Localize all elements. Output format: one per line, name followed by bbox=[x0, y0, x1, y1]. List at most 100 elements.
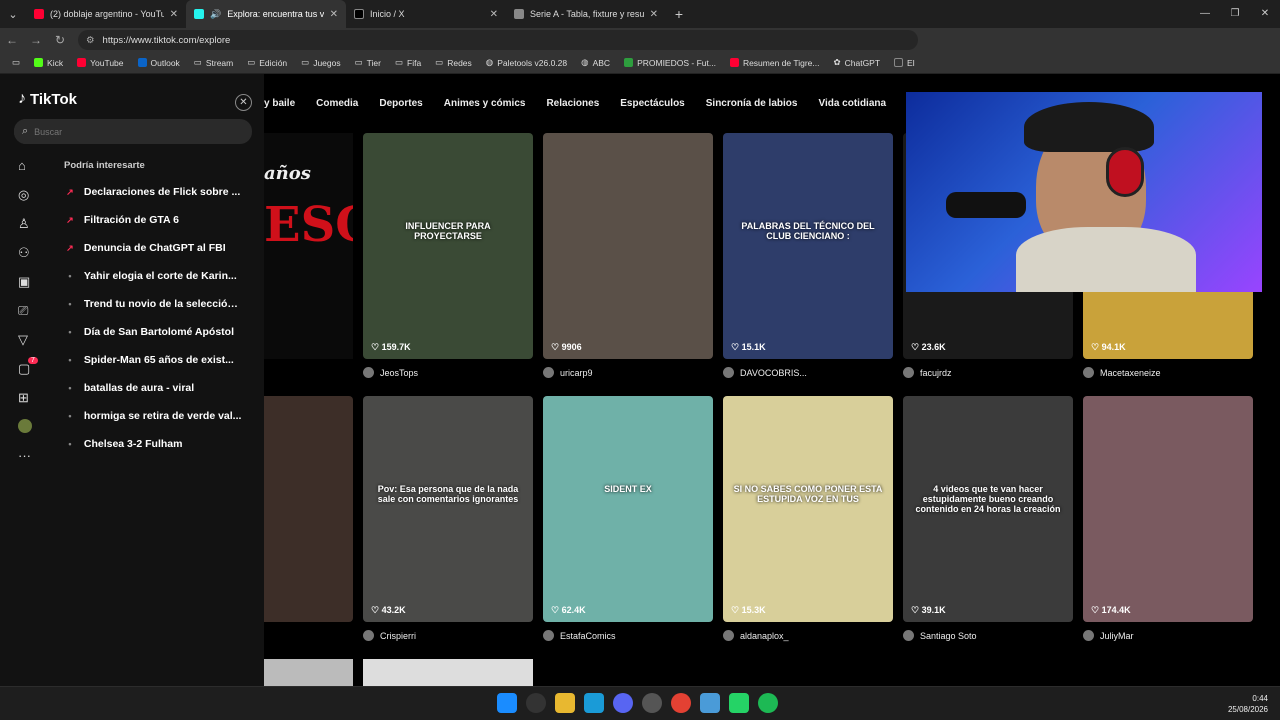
close-tab-icon[interactable]: ✕ bbox=[650, 9, 658, 20]
video-card[interactable]: ♡ 174.4K JuliyMar bbox=[1083, 396, 1253, 641]
bookmark-redes[interactable]: ▭ Redes bbox=[429, 57, 478, 68]
category-tab[interactable]: y baile bbox=[264, 98, 295, 109]
bookmark-edicion[interactable]: ▭ Edición bbox=[241, 57, 293, 68]
reload-icon[interactable]: ↻ bbox=[48, 33, 72, 47]
search-box[interactable]: ⌕ bbox=[14, 119, 252, 144]
whatsapp-icon[interactable] bbox=[729, 693, 749, 713]
explore-icon[interactable]: ◎ bbox=[18, 187, 38, 216]
tab-1[interactable]: 🔊 Explora: encuentra tus videos ✕ bbox=[186, 0, 346, 28]
video-thumbnail[interactable]: SIDENT EX ♡ 62.4K bbox=[543, 396, 713, 622]
video-card[interactable]: 4 videos que te van hacer estupidamente … bbox=[903, 396, 1073, 641]
profile-avatar[interactable] bbox=[18, 419, 38, 448]
tiktok-logo[interactable]: ♪ TikTok bbox=[18, 90, 77, 108]
chrome-icon[interactable] bbox=[671, 693, 691, 713]
video-author[interactable]: Crispierri bbox=[363, 630, 533, 641]
video-card[interactable]: SI NO SABES COMO PONER ESTA ESTUPIDA VOZ… bbox=[723, 396, 893, 641]
video-thumbnail[interactable]: 4 videos que te van hacer estupidamente … bbox=[903, 396, 1073, 622]
new-tab-icon[interactable]: + bbox=[666, 6, 692, 22]
spotify-icon[interactable] bbox=[758, 693, 778, 713]
video-thumbnail[interactable]: SI NO SABES COMO PONER ESTA ESTUPIDA VOZ… bbox=[723, 396, 893, 622]
video-author[interactable]: DAVOCOBRIS... bbox=[723, 367, 893, 378]
bookmark-promiedos[interactable]: PROMIEDOS - Fut... bbox=[618, 58, 722, 68]
system-clock[interactable]: 0:44 25/08/2026 bbox=[1228, 693, 1268, 715]
close-tab-icon[interactable]: ✕ bbox=[170, 9, 178, 20]
suggestion-item[interactable]: ↗ Filtración de GTA 6 bbox=[64, 206, 242, 234]
bookmark-outlook[interactable]: Outlook bbox=[132, 58, 186, 68]
category-tab[interactable]: Deportes bbox=[379, 98, 422, 109]
bookmark-youtube[interactable]: YouTube bbox=[71, 58, 129, 68]
suggestion-item[interactable]: • Chelsea 3-2 Fulham bbox=[64, 430, 242, 458]
site-info-icon[interactable]: ⚙ bbox=[86, 35, 95, 46]
video-thumbnail[interactable]: PALABRAS DEL TÉCNICO DEL CLUB CIENCIANO … bbox=[723, 133, 893, 359]
suggestion-item[interactable]: • Trend tu novio de la selección... bbox=[64, 290, 242, 318]
video-author[interactable]: JeosTops bbox=[363, 367, 533, 378]
speaker-icon[interactable]: 🔊 bbox=[210, 9, 221, 20]
suggestion-item[interactable]: ↗ Denuncia de ChatGPT al FBI bbox=[64, 234, 242, 262]
video-card[interactable]: SIDENT EX ♡ 62.4K EstafaComics bbox=[543, 396, 713, 641]
file-explorer-icon[interactable] bbox=[555, 693, 575, 713]
category-tab[interactable]: Animes y cómics bbox=[444, 98, 526, 109]
following-icon[interactable]: ♙ bbox=[18, 216, 38, 245]
tab-search-icon[interactable]: ⌄ bbox=[0, 0, 26, 28]
video-thumbnail[interactable]: ♡ 9906 bbox=[543, 133, 713, 359]
live-icon[interactable]: ▣ bbox=[18, 274, 38, 303]
video-author[interactable]: Macetaxeneize bbox=[1083, 367, 1253, 378]
category-tab[interactable]: Vida cotidiana bbox=[818, 98, 886, 109]
video-author[interactable]: uricarp9 bbox=[543, 367, 713, 378]
url-field[interactable]: ⚙ https://www.tiktok.com/explore bbox=[78, 30, 918, 50]
bookmark-el[interactable]: El bbox=[888, 58, 921, 68]
upload-icon[interactable]: ⊞ bbox=[18, 390, 38, 419]
tab-0[interactable]: (2) doblaje argentino - YouTube ✕ bbox=[26, 0, 186, 28]
notepad-icon[interactable] bbox=[700, 693, 720, 713]
video-author[interactable]: facujrdz bbox=[903, 367, 1073, 378]
suggestion-item[interactable]: • batallas de aura - viral bbox=[64, 374, 242, 402]
video-author[interactable]: aldanaplox_ bbox=[723, 630, 893, 641]
video-card[interactable]: Pov: Esa persona que de la nada sale con… bbox=[363, 396, 533, 641]
search-input[interactable] bbox=[34, 126, 215, 137]
video-card[interactable]: PALABRAS DEL TÉCNICO DEL CLUB CIENCIANO … bbox=[723, 133, 893, 378]
video-thumbnail[interactable]: INFLUENCER PARA PROYECTARSE ♡ 159.7K bbox=[363, 133, 533, 359]
category-tab[interactable]: Relaciones bbox=[546, 98, 599, 109]
bookmark-stream[interactable]: ▭ Stream bbox=[188, 57, 239, 68]
bookmark-resumen[interactable]: Resumen de Tigre... bbox=[724, 58, 826, 68]
close-tab-icon[interactable]: ✕ bbox=[490, 9, 498, 20]
video-card[interactable]: INFLUENCER PARA PROYECTARSE ♡ 159.7K JeosT… bbox=[363, 133, 533, 378]
bookmark-fifa[interactable]: ▭ Fifa bbox=[389, 57, 427, 68]
bookmark-chatgpt[interactable]: ✿ ChatGPT bbox=[827, 57, 886, 68]
bookmark-tier[interactable]: ▭ Tier bbox=[349, 57, 387, 68]
close-search-icon[interactable]: ✕ bbox=[235, 94, 252, 111]
category-tab[interactable]: Sincronía de labios bbox=[706, 98, 798, 109]
video-thumbnail[interactable]: ♡ 174.4K bbox=[1083, 396, 1253, 622]
obs-icon[interactable] bbox=[642, 693, 662, 713]
suggestion-item[interactable]: • hormiga se retira de verde val... bbox=[64, 402, 242, 430]
forward-icon[interactable]: → bbox=[24, 33, 48, 47]
inbox-icon[interactable]: ▢ 7 bbox=[18, 357, 38, 390]
close-window-icon[interactable]: ✕ bbox=[1250, 0, 1280, 28]
discord-icon[interactable] bbox=[613, 693, 633, 713]
card-next[interactable] bbox=[363, 659, 533, 686]
video-author[interactable]: EstafaComics bbox=[543, 630, 713, 641]
tab-2[interactable]: Inicio / X ✕ bbox=[346, 0, 506, 28]
minimize-icon[interactable]: — bbox=[1190, 0, 1220, 28]
video-author[interactable]: JuliyMar bbox=[1083, 630, 1253, 641]
suggestion-item[interactable]: ↗ Declaraciones de Flick sobre ... bbox=[64, 178, 242, 206]
video-author[interactable]: Santiago Soto bbox=[903, 630, 1073, 641]
maximize-icon[interactable]: ❐ bbox=[1220, 0, 1250, 28]
edge-icon[interactable] bbox=[584, 693, 604, 713]
category-tab[interactable]: Espectáculos bbox=[620, 98, 684, 109]
bookmark-juegos[interactable]: ▭ Juegos bbox=[295, 57, 346, 68]
partial-card-bottom[interactable] bbox=[264, 396, 353, 622]
bookmark-abc[interactable]: ◍ ABC bbox=[575, 57, 616, 68]
suggestion-item[interactable]: • Spider-Man 65 años de exist... bbox=[64, 346, 242, 374]
back-icon[interactable]: ← bbox=[0, 33, 24, 47]
more-icon[interactable]: ··· bbox=[18, 448, 38, 477]
bookmark-kick[interactable]: Kick bbox=[28, 58, 69, 68]
video-thumbnail[interactable]: Pov: Esa persona que de la nada sale con… bbox=[363, 396, 533, 622]
tab-3[interactable]: Serie A - Tabla, fixture y resultado ✕ bbox=[506, 0, 666, 28]
apps-icon[interactable]: ▭ bbox=[6, 57, 26, 68]
partial-card-top[interactable]: años ESO bbox=[264, 133, 353, 359]
search-taskbar-icon[interactable] bbox=[526, 693, 546, 713]
partial-card-next[interactable] bbox=[264, 659, 353, 686]
bookmark-paletools[interactable]: ◍ Paletools v26.0.28 bbox=[480, 57, 573, 68]
suggestion-item[interactable]: • Día de San Bartolomé Apóstol bbox=[64, 318, 242, 346]
